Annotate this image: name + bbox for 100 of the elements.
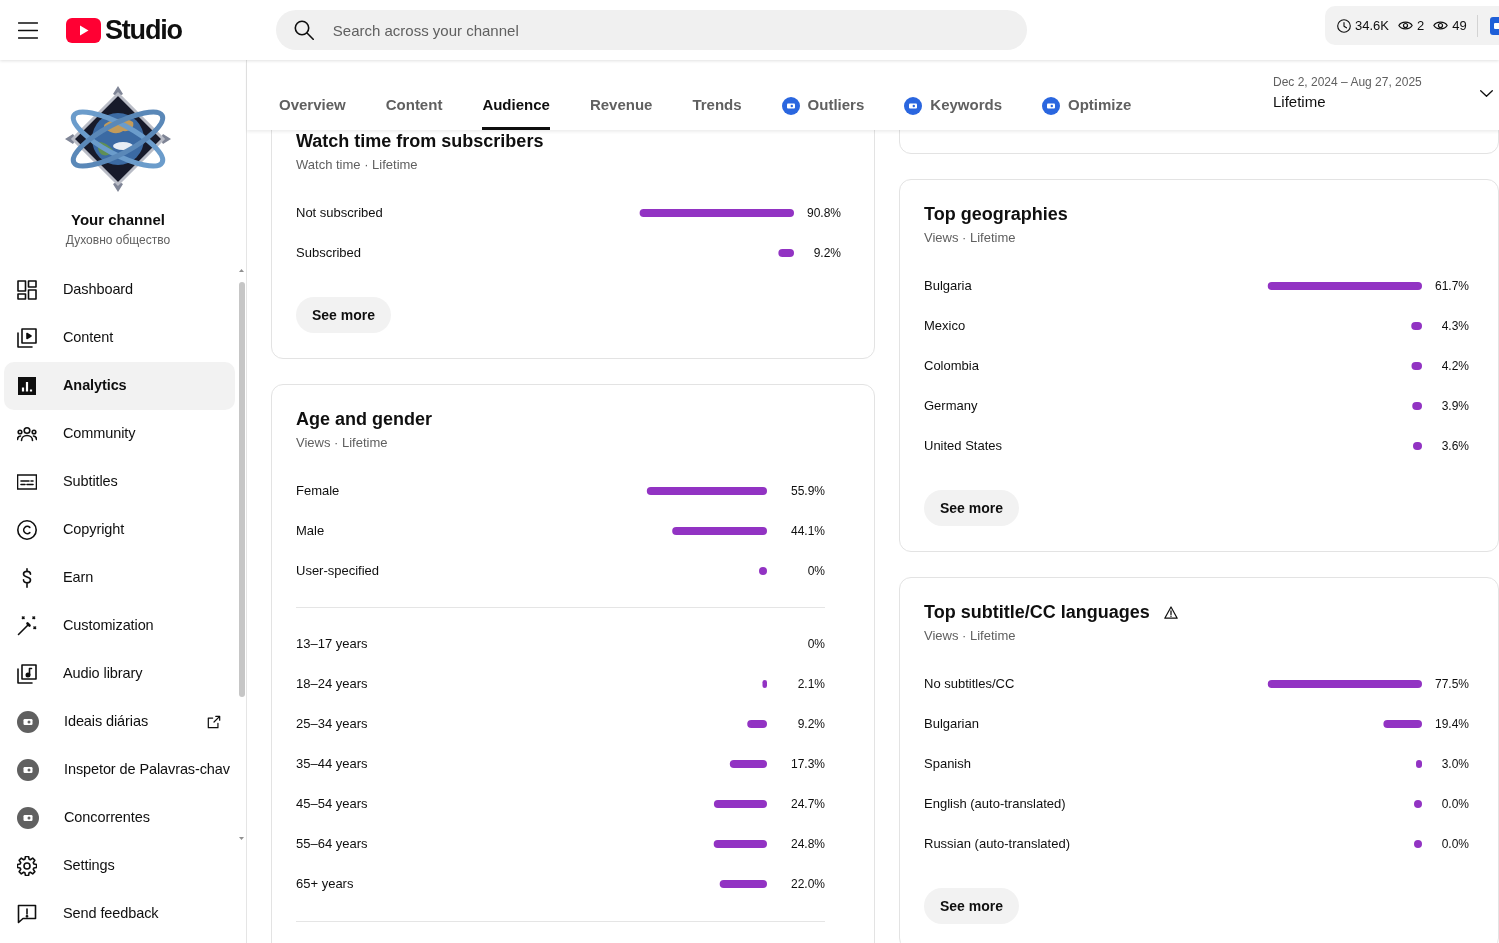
- card-subtitle: Views · Lifetime: [924, 229, 1017, 247]
- row-label: 18–24 years: [296, 675, 369, 694]
- feedback-icon: [17, 904, 37, 924]
- people-icon: [17, 424, 37, 444]
- round-logo-icon: [781, 96, 800, 115]
- scroll-down-arrow-icon[interactable]: [239, 837, 244, 840]
- row-label: Male: [296, 522, 326, 541]
- row-label: Female: [296, 482, 341, 501]
- percentage-bar: [759, 567, 767, 575]
- nav-item[interactable]: Concorrentes: [4, 794, 235, 842]
- nav-item[interactable]: Settings: [4, 842, 235, 890]
- tab[interactable]: Revenue: [589, 60, 653, 130]
- percentage-value: 2.1%: [796, 676, 825, 693]
- tab[interactable]: Overview: [279, 60, 346, 130]
- nav-item[interactable]: Copyright: [4, 506, 235, 554]
- search-icon: [293, 20, 314, 40]
- see-more-button[interactable]: See more: [924, 490, 1020, 526]
- card-title: Top geographies: [924, 203, 1068, 226]
- channel-avatar[interactable]: [63, 84, 173, 194]
- music-note-icon: [17, 664, 37, 684]
- row-label: 13–17 years: [296, 635, 369, 654]
- search-field[interactable]: Search across your channel: [275, 10, 1027, 50]
- menu-icon: [18, 21, 38, 39]
- tab[interactable]: Optimize: [1042, 60, 1132, 130]
- nav-item[interactable]: Send feedback: [4, 890, 235, 938]
- logo-tile-icon[interactable]: [1489, 16, 1499, 35]
- percentage-value: 0.0%: [1440, 836, 1469, 853]
- play-logo-icon: [66, 17, 101, 43]
- nav-item[interactable]: Ideais diárias: [4, 698, 235, 746]
- nav-item[interactable]: Audio library: [4, 650, 235, 698]
- percentage-value: 4.2%: [1440, 358, 1469, 375]
- round-logo-icon: [17, 759, 39, 781]
- row-label: 25–34 years: [296, 715, 369, 734]
- round-logo-icon: [17, 807, 39, 829]
- nav-item[interactable]: Customization: [4, 602, 235, 650]
- row-label: 65+ years: [296, 875, 355, 894]
- percentage-bar: [1413, 442, 1422, 450]
- row-label: Mexico: [924, 317, 967, 336]
- percentage-value: 3.0%: [1440, 756, 1469, 773]
- percentage-bar: [1414, 800, 1422, 808]
- nav-item[interactable]: Community: [4, 410, 235, 458]
- nav-item[interactable]: Content: [4, 314, 235, 362]
- percentage-value: 24.7%: [789, 796, 825, 813]
- percentage-value: 4.3%: [1440, 318, 1469, 335]
- logo-link[interactable]: Studio: [66, 16, 182, 44]
- eye-icon: [1433, 20, 1449, 31]
- row-label: Subscribed: [296, 244, 363, 263]
- percentage-value: 44.1%: [789, 523, 825, 540]
- nav-item[interactable]: Inspetor de Palavras-chav: [4, 746, 235, 794]
- channel-title: Your channel: [71, 210, 165, 230]
- card-title: Top subtitle/CC languages: [924, 601, 1150, 624]
- tab[interactable]: Keywords: [904, 60, 1002, 130]
- subtitles-icon: [17, 472, 37, 492]
- see-more-button[interactable]: See more: [924, 888, 1020, 924]
- copyright-icon: [17, 520, 37, 540]
- row-label: United States: [924, 437, 1004, 456]
- row-label: No subtitles/CC: [924, 675, 1016, 694]
- nav-item[interactable]: Dashboard: [4, 266, 235, 314]
- card-subtitle: Watch time · Lifetime: [296, 156, 419, 174]
- row-label: Russian (auto-translated): [924, 835, 1071, 854]
- round-logo-icon: [1042, 96, 1060, 115]
- card-subtitle: Views · Lifetime: [296, 434, 389, 452]
- percentage-value: 55.9%: [789, 483, 825, 500]
- warning-icon[interactable]: [1163, 605, 1178, 619]
- scrollbar-thumb[interactable]: [238, 282, 245, 697]
- percentage-value: 90.8%: [805, 205, 841, 222]
- chevron-down-icon: [1480, 89, 1493, 97]
- percentage-value: 0%: [806, 636, 825, 653]
- channel-name: Духовно общество: [65, 232, 171, 248]
- percentage-bar: [1411, 362, 1422, 370]
- row-label: User-specified: [296, 562, 381, 581]
- row-label: Germany: [924, 397, 979, 416]
- percentage-value: 3.6%: [1440, 438, 1469, 455]
- bar-chart-icon: [17, 376, 37, 396]
- percentage-bar: [747, 720, 767, 728]
- settings-icon: [17, 856, 37, 876]
- row-label: Bulgarian: [924, 715, 980, 734]
- stat-value: 34.6K: [1355, 16, 1389, 35]
- row-label: 35–44 years: [296, 755, 369, 774]
- tab[interactable]: Content: [385, 60, 443, 130]
- nav-item[interactable]: Analytics: [4, 362, 235, 410]
- percentage-bar: [1412, 402, 1422, 410]
- nav-item[interactable]: Subtitles: [4, 458, 235, 506]
- card-subtitle: Views · Lifetime: [924, 627, 1017, 645]
- percentage-bar: [713, 800, 767, 808]
- date-range-dropdown[interactable]: Dec 2, 2024 – Aug 27, 2025 Lifetime: [1273, 60, 1499, 130]
- tab[interactable]: Outliers: [781, 60, 865, 130]
- round-logo-icon: [904, 96, 923, 115]
- scroll-up-arrow-icon[interactable]: [239, 269, 244, 272]
- dashboard-icon: [17, 280, 37, 300]
- stat-value: 49: [1452, 16, 1467, 35]
- row-label: Not subscribed: [296, 204, 384, 223]
- tab[interactable]: Trends: [692, 60, 742, 130]
- row-label: 55–64 years: [296, 835, 369, 854]
- play-square-icon: [17, 328, 37, 348]
- tab[interactable]: Audience: [482, 60, 550, 130]
- row-label: English (auto-translated): [924, 795, 1067, 814]
- nav-item[interactable]: Earn: [4, 554, 235, 602]
- percentage-value: 19.4%: [1433, 716, 1469, 733]
- see-more-button[interactable]: See more: [296, 297, 392, 333]
